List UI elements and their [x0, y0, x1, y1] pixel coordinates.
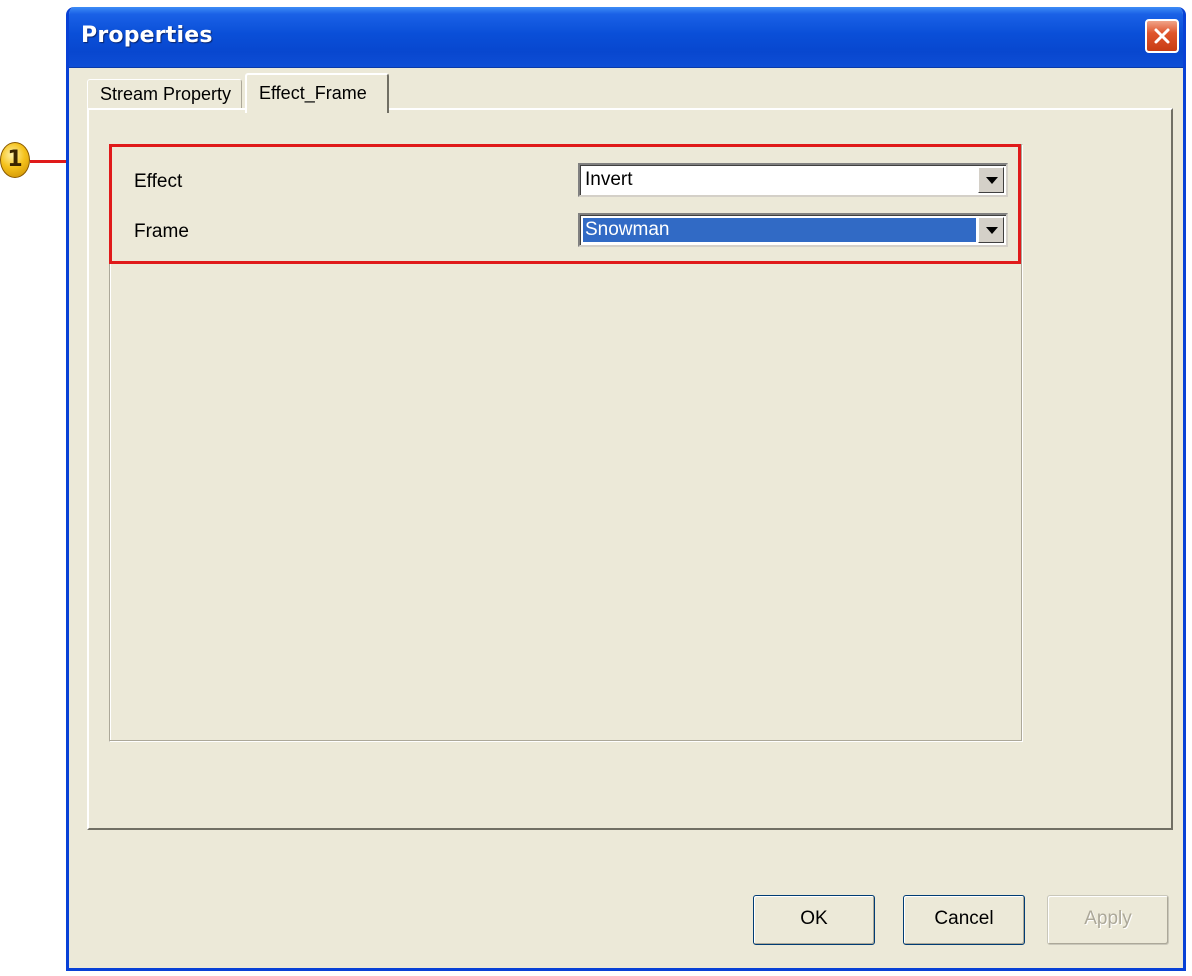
effect-dropdown-button[interactable]: [978, 167, 1004, 193]
frame-dropdown[interactable]: Snowman: [578, 213, 1008, 247]
title-bar[interactable]: Properties: [69, 7, 1183, 68]
cancel-button[interactable]: Cancel: [903, 895, 1025, 945]
frame-dropdown-button[interactable]: [978, 217, 1004, 243]
close-icon: [1154, 28, 1170, 44]
ok-button[interactable]: OK: [753, 895, 875, 945]
callout-badge: 1: [0, 142, 30, 178]
effect-label: Effect: [134, 171, 183, 192]
window-title: Properties: [81, 23, 213, 48]
close-button[interactable]: [1145, 19, 1179, 53]
chevron-down-icon: [986, 177, 998, 184]
tab-stream-property[interactable]: Stream Property: [87, 79, 243, 109]
highlight-box: Effect Invert Frame Snowman: [109, 144, 1021, 264]
properties-dialog: Properties Stream Property Effect_Frame …: [66, 7, 1186, 971]
chevron-down-icon: [986, 227, 998, 234]
tab-effect-frame[interactable]: Effect_Frame: [245, 73, 389, 113]
apply-button[interactable]: Apply: [1047, 895, 1169, 945]
tab-page-effect-frame: Effect Invert Frame Snowman: [87, 108, 1173, 830]
effect-dropdown[interactable]: Invert: [578, 163, 1008, 197]
page: 1 Properties Stream Property Effect_Fram…: [0, 0, 1192, 976]
frame-label: Frame: [134, 221, 189, 242]
frame-value: Snowman: [582, 217, 977, 243]
effect-value: Invert: [585, 169, 633, 190]
